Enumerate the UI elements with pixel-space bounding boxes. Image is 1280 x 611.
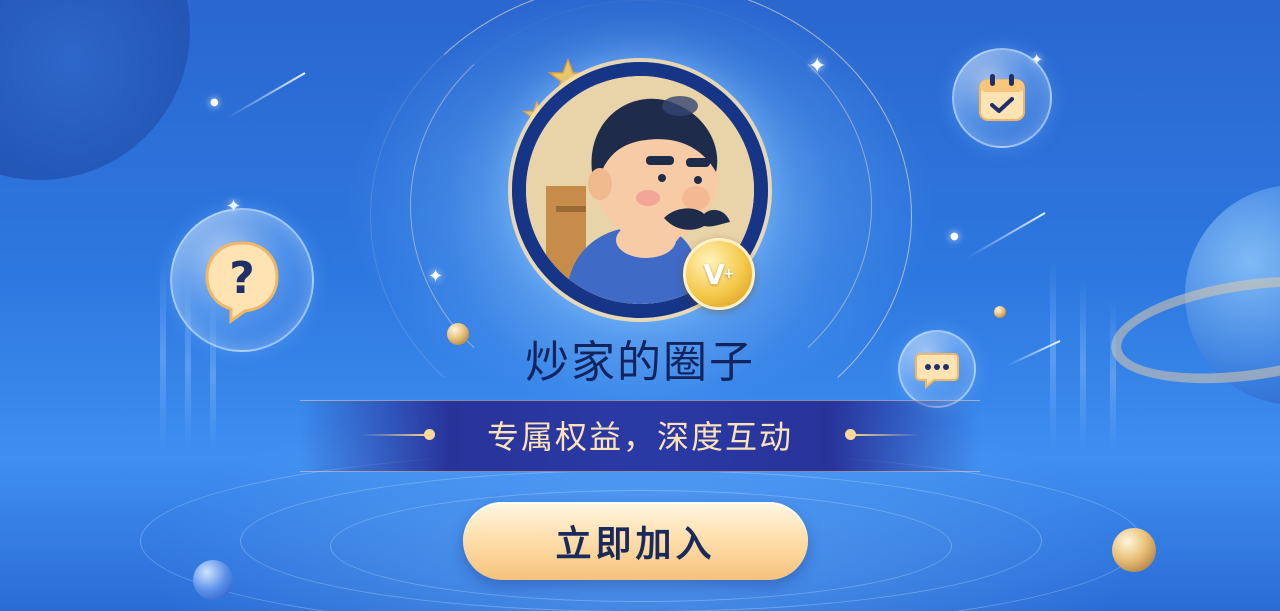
vip-badge-letter: V [703, 257, 725, 291]
calendar-check-icon [979, 74, 1025, 121]
meteor [966, 212, 1046, 259]
sparkle-icon: ● [210, 97, 219, 108]
background-planet-top-left [0, 0, 190, 180]
group-title: 炒家的圈子 [525, 337, 755, 388]
decorative-gold-ball [994, 306, 1006, 318]
sparkle-icon: ✦ [808, 54, 827, 79]
promo-banner: ✦ ✦ ✦ ✦ ● ● ? V + 炒家的圈子 专属权益，深度互动 立即加入 [0, 0, 1280, 611]
sparkle-icon: ✦ [428, 266, 444, 287]
question-mark-icon: ? [205, 241, 279, 324]
meteor [226, 72, 306, 119]
vip-badge-plus: + [722, 266, 735, 282]
sparkle-icon: ● [950, 231, 959, 242]
join-now-button[interactable]: 立即加入 [463, 502, 808, 580]
svg-text:?: ? [229, 253, 255, 304]
vip-badge-icon: V + [683, 238, 755, 310]
tagline-text: 专属权益，深度互动 [486, 418, 793, 456]
calendar-bubble [952, 48, 1052, 148]
decorative-gold-ball [1112, 528, 1156, 572]
decorative-blue-ball [193, 560, 233, 600]
